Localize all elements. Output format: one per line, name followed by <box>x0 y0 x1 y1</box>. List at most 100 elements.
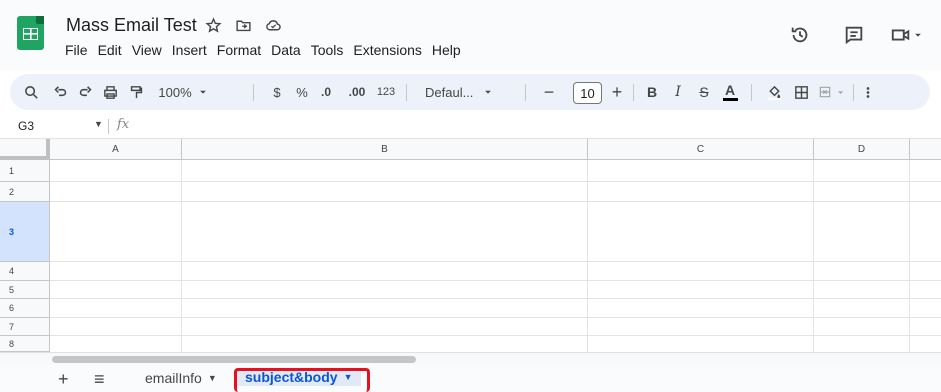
fx-icon: fx <box>117 117 130 132</box>
gridline <box>50 201 941 202</box>
zoom-value: 100% <box>158 84 192 100</box>
bold-button[interactable]: B <box>642 74 662 110</box>
strikethrough-button[interactable]: S <box>694 74 714 110</box>
column-header-d[interactable]: D <box>814 139 910 160</box>
text-color-swatch <box>722 98 738 101</box>
decrease-decimal-button[interactable]: .0 <box>314 74 338 110</box>
scrollbar-thumb[interactable] <box>52 356 416 363</box>
gridline <box>813 160 814 352</box>
fill-color-icon <box>767 85 781 100</box>
more-options-button[interactable] <box>860 74 876 110</box>
search-icon <box>24 85 38 99</box>
decrease-decimal-label: .0 <box>320 85 331 99</box>
toolbar-divider <box>751 84 752 101</box>
row-header-2[interactable]: 2 <box>0 182 50 202</box>
chevron-down-icon <box>199 90 206 94</box>
column-header-e[interactable] <box>910 139 941 160</box>
menu-format[interactable]: Format <box>212 38 266 62</box>
chevron-down-icon <box>837 90 843 94</box>
percent-format-button[interactable]: % <box>293 74 311 110</box>
increase-font-size-button[interactable]: + <box>607 74 627 110</box>
menu-tools[interactable]: Tools <box>306 38 349 62</box>
undo-icon <box>53 85 66 96</box>
sheets-logo-icon[interactable] <box>17 16 44 50</box>
add-sheet-button[interactable]: + <box>58 369 69 390</box>
name-box[interactable]: G3 <box>18 119 34 133</box>
meet-button[interactable] <box>890 24 923 46</box>
sheet-tab-label: emailInfo <box>145 370 202 386</box>
all-sheets-button[interactable]: ≡ <box>94 369 105 390</box>
row-header-6[interactable]: 6 <box>0 299 50 318</box>
toolbar: 100% $ % .0 .00 123 Defaul... − 10 + B I… <box>10 74 930 110</box>
font-size-input[interactable]: 10 <box>573 82 602 104</box>
menu-insert[interactable]: Insert <box>167 38 212 62</box>
menu-file[interactable]: File <box>60 38 93 62</box>
toolbar-divider <box>525 84 526 101</box>
print-icon <box>103 85 117 99</box>
print-button[interactable] <box>98 74 122 110</box>
meet-dropdown-icon <box>915 33 921 37</box>
paint-format-icon <box>130 85 142 98</box>
column-header-a[interactable]: A <box>50 139 182 160</box>
merge-cells-icon <box>819 86 830 98</box>
menu-data[interactable]: Data <box>266 38 306 62</box>
borders-button[interactable] <box>789 74 813 110</box>
font-family-select[interactable]: Defaul... <box>425 74 517 110</box>
italic-button[interactable]: I <box>668 74 688 110</box>
folder-move-icon[interactable] <box>235 17 252 34</box>
toolbar-divider <box>633 84 634 101</box>
increase-decimal-button[interactable]: .00 <box>343 74 371 110</box>
row-header-4[interactable]: 4 <box>0 262 50 281</box>
decrease-font-size-button[interactable]: − <box>539 74 559 110</box>
paint-format-button[interactable] <box>124 74 148 110</box>
menu-help[interactable]: Help <box>427 38 466 62</box>
column-header-c[interactable]: C <box>588 139 814 160</box>
title-icons <box>205 17 282 34</box>
redo-button[interactable] <box>73 74 97 110</box>
text-color-label: A <box>724 82 736 98</box>
select-all-corner[interactable] <box>0 139 50 160</box>
column-header-b[interactable]: B <box>182 139 588 160</box>
search-menus-button[interactable] <box>19 74 43 110</box>
redo-icon <box>79 85 92 96</box>
row-header-1[interactable]: 1 <box>0 160 50 182</box>
undo-button[interactable] <box>48 74 72 110</box>
more-formats-button[interactable]: 123 <box>373 74 399 110</box>
horizontal-scrollbar[interactable] <box>0 352 941 365</box>
row-header-3[interactable]: 3 <box>0 202 50 262</box>
text-color-button[interactable]: A <box>718 74 742 110</box>
name-box-dropdown-icon[interactable]: ▼ <box>94 119 103 129</box>
toolbar-divider <box>406 84 407 101</box>
star-icon[interactable] <box>205 17 222 34</box>
merge-cells-button[interactable] <box>814 74 848 110</box>
gridline <box>50 298 941 299</box>
menu-extensions[interactable]: Extensions <box>348 38 426 62</box>
row-header-8[interactable]: 8 <box>0 336 50 352</box>
row-header-7[interactable]: 7 <box>0 318 50 336</box>
increase-decimal-label: .00 <box>348 85 366 99</box>
annotation-highlight-box <box>234 368 370 392</box>
comments-button[interactable] <box>843 24 865 46</box>
doc-title[interactable]: Mass Email Test <box>66 15 197 36</box>
gridline <box>50 317 941 318</box>
formula-divider <box>108 119 109 134</box>
chevron-down-icon: ▼ <box>207 373 217 383</box>
zoom-select[interactable]: 100% <box>155 74 211 110</box>
version-history-button[interactable] <box>789 24 811 46</box>
gridline <box>587 160 588 352</box>
comments-icon <box>845 26 863 45</box>
sheet-grid[interactable]: A B C D 1 2 3 4 5 6 7 8 <box>0 139 941 352</box>
cloud-status-icon[interactable] <box>265 17 282 34</box>
menu-bar: File Edit View Insert Format Data Tools … <box>60 38 466 62</box>
sheet-tab-emailinfo[interactable]: emailInfo ▼ <box>145 370 217 386</box>
fill-color-button[interactable] <box>762 74 786 110</box>
app-header: Mass Email Test File Edit View Insert Fo… <box>0 0 941 70</box>
meet-icon <box>891 29 910 41</box>
currency-format-button[interactable]: $ <box>268 74 286 110</box>
menu-view[interactable]: View <box>127 38 167 62</box>
row-header-5[interactable]: 5 <box>0 281 50 299</box>
menu-edit[interactable]: Edit <box>93 38 127 62</box>
gridline <box>50 280 941 281</box>
gridline <box>50 181 941 182</box>
toolbar-divider <box>853 84 854 101</box>
